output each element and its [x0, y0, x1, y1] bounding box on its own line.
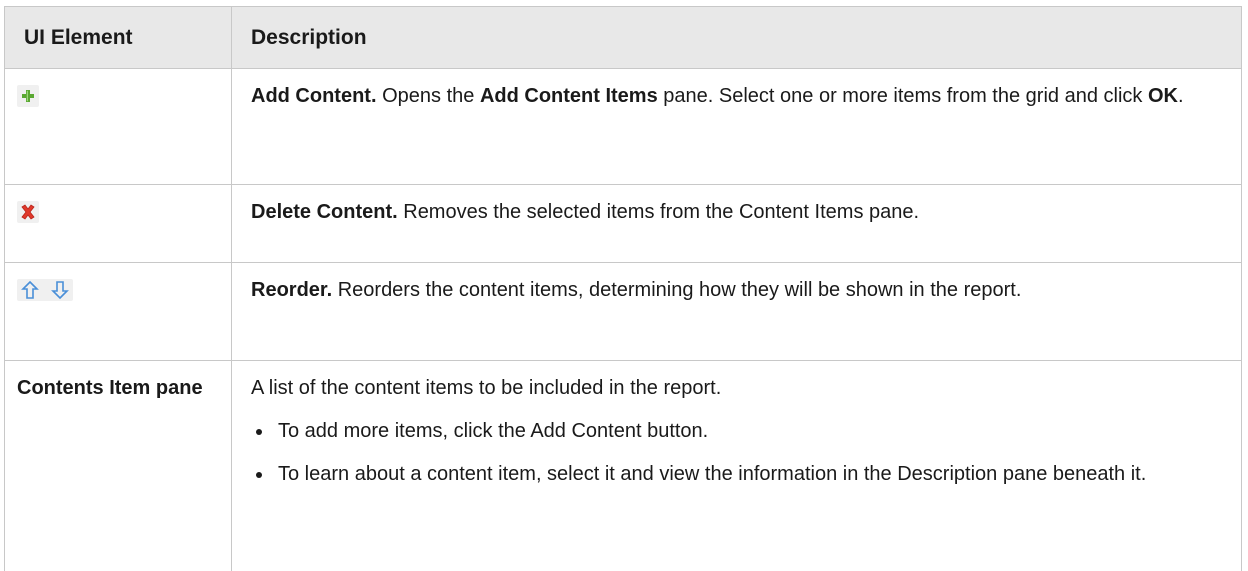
table-row: Reorder. Reorders the content items, det… [4, 262, 1242, 361]
add-icon[interactable] [17, 85, 39, 107]
table-row: Delete Content. Removes the selected ite… [4, 184, 1242, 263]
table-row: Contents Item pane A list of the content… [4, 360, 1242, 571]
ui-element-cell: Contents Item pane [4, 360, 232, 571]
description-cell: Reorder. Reorders the content items, det… [231, 262, 1242, 361]
item-text: . [1177, 85, 1184, 107]
header-ui-element: UI Element [4, 6, 232, 69]
ui-element-cell [4, 68, 232, 185]
item-text: pane. Select one or more items from the … [657, 85, 1148, 107]
reorder-icons [17, 279, 73, 301]
ui-element-cell [4, 184, 232, 263]
arrow-up-icon[interactable] [20, 279, 40, 301]
item-title: Add Content. [251, 85, 377, 107]
list-item: To learn about a content item, select it… [251, 459, 1211, 490]
header-description: Description [231, 6, 1242, 69]
table-header-row: UI Element Description [4, 6, 1242, 69]
item-text: Removes the selected items from the Cont… [397, 201, 920, 223]
delete-icon[interactable] [17, 201, 39, 223]
item-text: A list of the content items to be includ… [251, 377, 722, 399]
description-cell: A list of the content items to be includ… [231, 360, 1242, 571]
item-title: Delete Content. [251, 201, 398, 223]
item-text: Opens the [376, 85, 480, 107]
description-cell: Add Content. Opens the Add Content Items… [231, 68, 1242, 185]
ok-label: OK [1147, 85, 1178, 107]
list-item: To add more items, click the Add Content… [251, 416, 1211, 447]
description-cell: Delete Content. Removes the selected ite… [231, 184, 1242, 263]
pane-name: Add Content Items [479, 85, 658, 107]
ui-elements-table: UI Element Description Add Content. Open… [4, 6, 1242, 571]
bullet-list: To add more items, click the Add Content… [251, 416, 1211, 490]
table-row: Add Content. Opens the Add Content Items… [4, 68, 1242, 185]
contents-item-pane-label: Contents Item pane [17, 377, 203, 399]
item-title: Reorder. [251, 279, 333, 301]
ui-element-cell [4, 262, 232, 361]
item-text: Reorders the content items, determining … [332, 279, 1022, 301]
arrow-down-icon[interactable] [50, 279, 70, 301]
